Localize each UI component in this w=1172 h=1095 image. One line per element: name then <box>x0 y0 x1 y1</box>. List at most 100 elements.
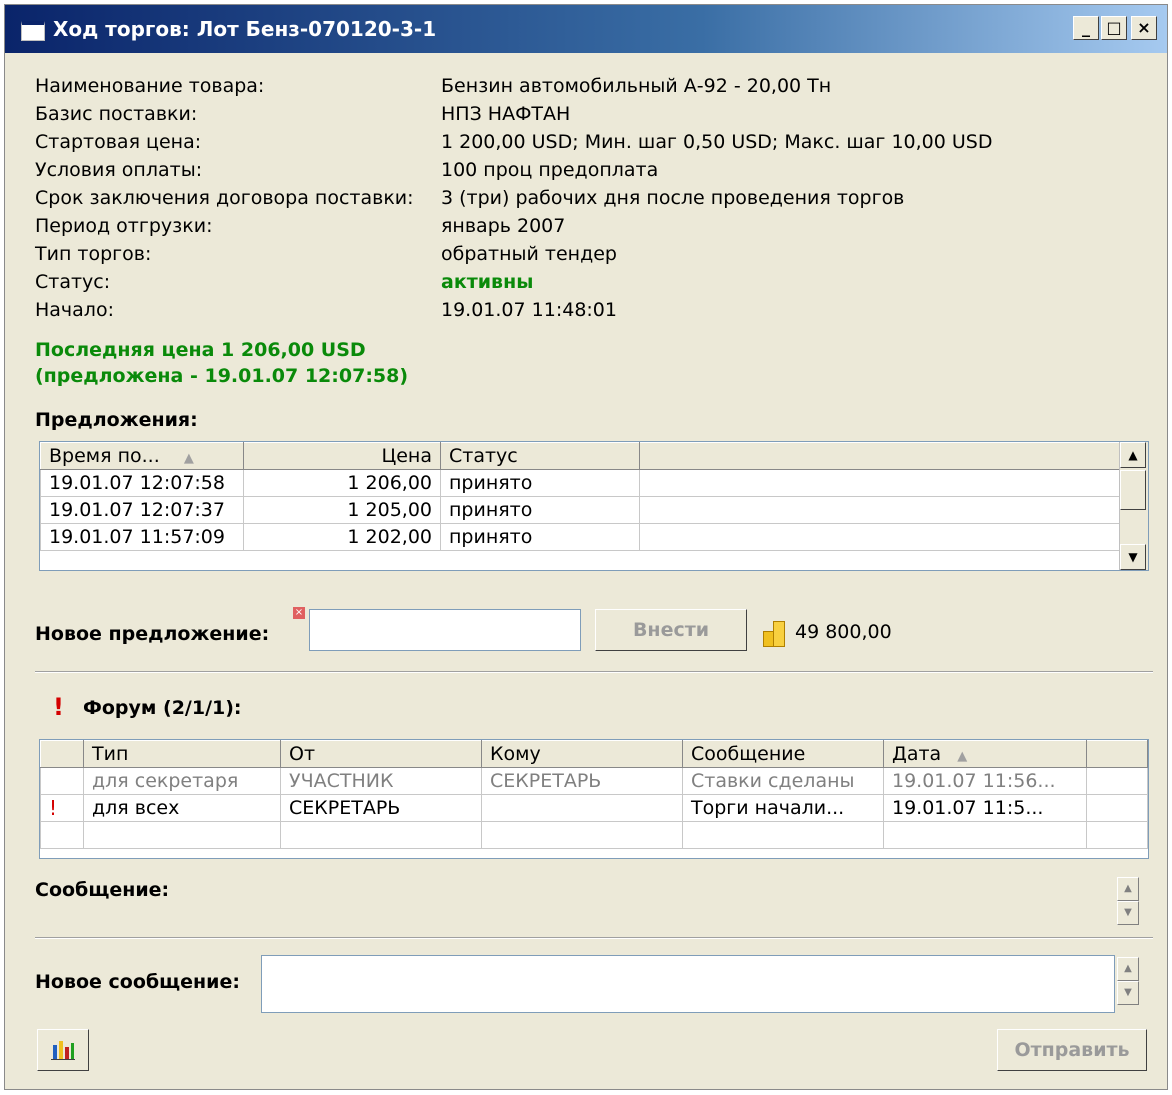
forum-heading: Форум (2/1/1): <box>83 697 242 719</box>
cell-type: для секретаря <box>83 767 281 795</box>
info-value: 3 (три) рабочих дня после проведения тор… <box>441 187 905 209</box>
cell-empty <box>1086 821 1148 849</box>
window-title: Ход торгов: Лот Бенз-070120-3-1 <box>53 17 437 41</box>
cell-message: Торги начали... <box>682 794 884 822</box>
alert-icon: ! <box>53 693 64 721</box>
cell-empty <box>639 469 1122 497</box>
table-header: Время по... ▲ Цена Статус <box>40 442 1122 470</box>
table-row[interactable]: 19.01.07 12:07:37 1 205,00 принято <box>40 496 1122 524</box>
cell-price: 1 202,00 <box>243 523 441 551</box>
new-message-scrollbar[interactable]: ▲ ▼ <box>1117 957 1139 1007</box>
close-button[interactable]: × <box>1131 16 1157 40</box>
scroll-up-icon[interactable]: ▲ <box>1120 442 1146 468</box>
column-header-time[interactable]: Время по... ▲ <box>40 442 244 470</box>
info-value: обратный тендер <box>441 243 617 265</box>
scroll-up-icon[interactable]: ▲ <box>1117 877 1139 901</box>
bar-chart-icon <box>51 1041 75 1060</box>
sort-asc-icon: ▲ <box>183 451 194 466</box>
column-header-flag[interactable] <box>40 740 84 768</box>
message-label: Сообщение: <box>35 879 170 901</box>
cell-price: 1 206,00 <box>243 469 441 497</box>
cell-empty <box>481 821 683 849</box>
submit-offer-button[interactable]: Внести <box>595 609 747 651</box>
table-row[interactable]: 19.01.07 12:07:58 1 206,00 принято <box>40 469 1122 497</box>
info-label: Стартовая цена: <box>35 131 202 153</box>
divider <box>35 937 1153 939</box>
last-price-time: (предложена - 19.01.07 12:07:58) <box>35 365 409 387</box>
offers-table[interactable]: Время по... ▲ Цена Статус 19.01.07 12:07… <box>39 441 1149 571</box>
title-bar[interactable]: Ход торгов: Лот Бенз-070120-3-1 _ □ × <box>5 5 1167 53</box>
info-value: Бензин автомобильный А-92 - 20,00 Тн <box>441 75 832 97</box>
unread-icon: ! <box>40 794 84 822</box>
divider <box>35 671 1153 673</box>
cell-to: СЕКРЕТАРЬ <box>481 767 683 795</box>
auction-window: Ход торгов: Лот Бенз-070120-3-1 _ □ × На… <box>4 4 1168 1090</box>
cell-from: УЧАСТНИК <box>280 767 482 795</box>
info-label: Тип торгов: <box>35 243 152 265</box>
coins-icon <box>763 617 787 647</box>
info-label: Статус: <box>35 271 111 293</box>
info-value: январь 2007 <box>441 215 566 237</box>
send-button[interactable]: Отправить <box>997 1029 1147 1071</box>
scroll-up-icon[interactable]: ▲ <box>1117 957 1139 981</box>
new-offer-input[interactable] <box>309 609 581 651</box>
table-row[interactable]: для секретаря УЧАСТНИК СЕКРЕТАРЬ Ставки … <box>40 767 1148 795</box>
cell-price: 1 205,00 <box>243 496 441 524</box>
info-value: 100 проц предоплата <box>441 159 659 181</box>
forum-table[interactable]: Тип От Кому Сообщение Дата ▲ для секрета… <box>39 739 1149 859</box>
cell-type: для всех <box>83 794 281 822</box>
info-label: Начало: <box>35 299 114 321</box>
table-row <box>40 821 1148 849</box>
last-price-line: Последняя цена 1 206,00 USD <box>35 339 366 361</box>
sort-asc-icon: ▲ <box>957 749 968 764</box>
column-label: Время по... <box>49 445 160 467</box>
column-header-from[interactable]: От <box>280 740 482 768</box>
table-row[interactable]: ! для всех СЕКРЕТАРЬ Торги начали... 19.… <box>40 794 1148 822</box>
cell-empty <box>639 496 1122 524</box>
scroll-down-icon[interactable]: ▼ <box>1117 981 1139 1005</box>
offers-scrollbar[interactable]: ▲ ▼ <box>1119 442 1148 570</box>
new-message-input[interactable] <box>261 955 1115 1013</box>
column-header-empty[interactable] <box>1086 740 1148 768</box>
column-header-price[interactable]: Цена <box>243 442 441 470</box>
info-value: 19.01.07 11:48:01 <box>441 299 617 321</box>
message-scrollbar[interactable]: ▲ ▼ <box>1117 877 1139 927</box>
minimize-button[interactable]: _ <box>1073 16 1099 40</box>
column-header-to[interactable]: Кому <box>481 740 683 768</box>
cell-empty <box>1086 767 1148 795</box>
column-header-status[interactable]: Статус <box>440 442 640 470</box>
info-label: Срок заключения договора поставки: <box>35 187 414 209</box>
new-offer-label: Новое предложение: <box>35 623 270 645</box>
cell-time: 19.01.07 12:07:58 <box>40 469 244 497</box>
window-icon <box>21 21 45 41</box>
scroll-down-icon[interactable]: ▼ <box>1120 544 1146 570</box>
cell-status: принято <box>440 469 640 497</box>
scroll-thumb[interactable] <box>1120 470 1146 510</box>
cell-to <box>481 794 683 822</box>
column-header-type[interactable]: Тип <box>83 740 281 768</box>
column-label: Дата <box>892 743 942 765</box>
cell-message: Ставки сделаны <box>682 767 884 795</box>
info-label: Период отгрузки: <box>35 215 213 237</box>
info-value: 1 200,00 USD; Мин. шаг 0,50 USD; Макс. ш… <box>441 131 993 153</box>
cell-date: 19.01.07 11:56... <box>883 767 1087 795</box>
cell-date: 19.01.07 11:5... <box>883 794 1087 822</box>
cell-status: принято <box>440 523 640 551</box>
error-icon: × <box>293 607 305 619</box>
column-header-date[interactable]: Дата ▲ <box>883 740 1087 768</box>
balance-value: 49 800,00 <box>795 621 892 643</box>
chart-button[interactable] <box>37 1029 89 1071</box>
cell-flag <box>40 767 84 795</box>
scroll-down-icon[interactable]: ▼ <box>1117 901 1139 925</box>
info-label: Базис поставки: <box>35 103 198 125</box>
info-label: Условия оплаты: <box>35 159 203 181</box>
cell-empty <box>280 821 482 849</box>
cell-time: 19.01.07 12:07:37 <box>40 496 244 524</box>
info-value: НПЗ НАФТАН <box>441 103 571 125</box>
cell-empty <box>1086 794 1148 822</box>
maximize-button[interactable]: □ <box>1101 16 1127 40</box>
table-row[interactable]: 19.01.07 11:57:09 1 202,00 принято <box>40 523 1122 551</box>
column-header-empty[interactable] <box>639 442 1122 470</box>
column-header-message[interactable]: Сообщение <box>682 740 884 768</box>
last-price: Последняя цена 1 206,00 USD (предложена … <box>35 337 408 389</box>
